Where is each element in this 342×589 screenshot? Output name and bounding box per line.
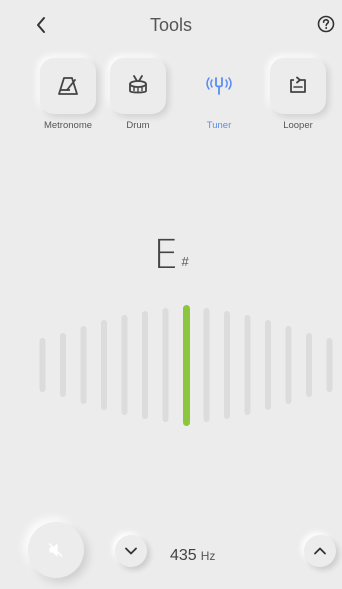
scale-bar: [326, 338, 333, 392]
tuning-fork-icon: [206, 77, 232, 95]
metronome-icon: [58, 77, 78, 95]
tuning-needle: [183, 305, 190, 426]
note-accidental: #: [181, 254, 189, 269]
increase-frequency-button[interactable]: [304, 535, 336, 567]
question-circle-icon: [317, 15, 335, 33]
page-title: Tools: [149, 15, 193, 35]
tab-drum[interactable]: Drum: [102, 58, 174, 131]
tab-label: Drum: [126, 120, 150, 131]
note-display: E #: [0, 232, 342, 278]
tab-label: Tuner: [206, 120, 232, 131]
help-button[interactable]: [314, 12, 338, 36]
tab-looper[interactable]: Looper: [262, 58, 334, 131]
mute-button[interactable]: [28, 522, 84, 578]
tools-tab-bar: Metronome Drum Tuner Looper: [0, 58, 342, 138]
chevron-up-icon: [314, 547, 326, 555]
scale-bar: [285, 326, 292, 404]
tab-tuner[interactable]: Tuner: [183, 58, 255, 131]
tab-metronome[interactable]: Metronome: [32, 58, 104, 131]
frequency-unit: Hz: [200, 549, 216, 563]
drum-icon: [129, 75, 147, 94]
scale-bar: [142, 311, 148, 419]
scale-bar: [39, 338, 46, 392]
frequency-value: 435: [170, 547, 197, 564]
scale-bar: [244, 315, 251, 415]
loop-icon: [290, 76, 306, 93]
scale-bar: [121, 315, 128, 415]
speaker-mute-icon: [48, 543, 63, 557]
scale-bar: [224, 311, 230, 419]
chevron-down-icon: [125, 547, 137, 555]
tab-label: Looper: [283, 120, 313, 131]
scale-bar: [306, 333, 312, 397]
scale-bar: [60, 333, 66, 397]
scale-bar: [162, 308, 169, 422]
scale-bar: [101, 320, 107, 410]
tab-label: Metronome: [43, 120, 93, 131]
top-bar: Tools: [0, 0, 342, 48]
note-name: E: [153, 232, 179, 278]
bottom-controls: 435 Hz: [0, 520, 342, 589]
decrease-frequency-button[interactable]: [115, 535, 147, 567]
scale-bar: [203, 308, 210, 422]
scale-bar: [80, 326, 87, 404]
reference-frequency: 435 Hz: [170, 547, 280, 565]
tuning-meter: [39, 305, 333, 426]
scale-bar: [265, 320, 271, 410]
